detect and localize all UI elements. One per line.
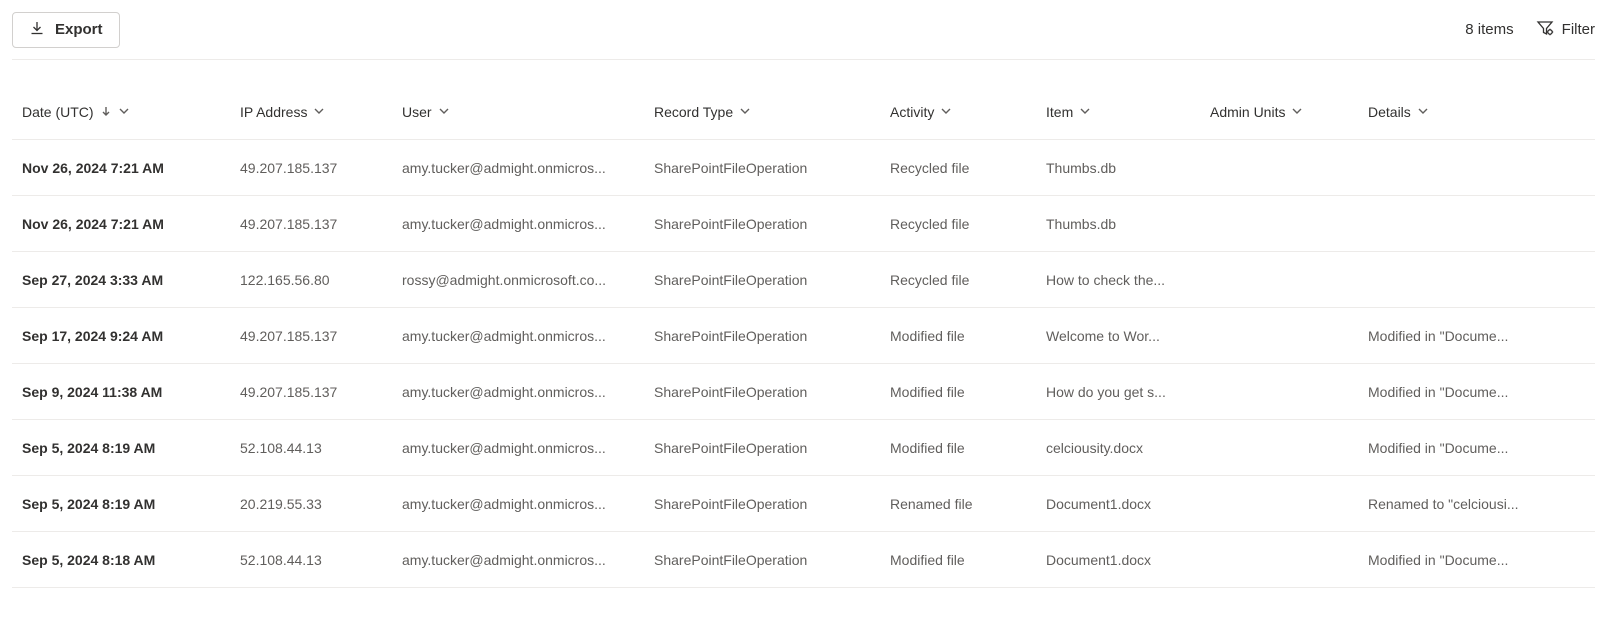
audit-grid: Date (UTC) IP Address User Record Type A…	[12, 84, 1595, 588]
cell-activity: Modified file	[890, 328, 1046, 344]
toolbar: Export 8 items Filter	[12, 0, 1595, 60]
chevron-down-icon	[940, 104, 952, 120]
cell-user: amy.tucker@admight.onmicros...	[402, 552, 654, 568]
cell-user: rossy@admight.onmicrosoft.co...	[402, 272, 654, 288]
cell-user: amy.tucker@admight.onmicros...	[402, 216, 654, 232]
cell-user: amy.tucker@admight.onmicros...	[402, 328, 654, 344]
export-label: Export	[55, 21, 103, 38]
cell-record: SharePointFileOperation	[654, 160, 890, 176]
col-header-ip[interactable]: IP Address	[240, 104, 402, 120]
col-header-user-label: User	[402, 104, 432, 120]
chevron-down-icon	[313, 104, 325, 120]
cell-item: Thumbs.db	[1046, 216, 1210, 232]
cell-details: Modified in "Docume...	[1368, 440, 1558, 456]
col-header-date[interactable]: Date (UTC)	[12, 104, 240, 120]
cell-item: Document1.docx	[1046, 496, 1210, 512]
chevron-down-icon	[1417, 104, 1429, 120]
cell-date: Sep 17, 2024 9:24 AM	[12, 328, 240, 344]
cell-activity: Recycled file	[890, 272, 1046, 288]
table-row[interactable]: Sep 27, 2024 3:33 AM122.165.56.80rossy@a…	[12, 252, 1595, 308]
table-row[interactable]: Sep 17, 2024 9:24 AM49.207.185.137amy.tu…	[12, 308, 1595, 364]
cell-ip: 52.108.44.13	[240, 552, 402, 568]
table-row[interactable]: Sep 9, 2024 11:38 AM49.207.185.137amy.tu…	[12, 364, 1595, 420]
cell-date: Sep 5, 2024 8:19 AM	[12, 440, 240, 456]
chevron-down-icon	[1291, 104, 1303, 120]
chevron-down-icon	[1079, 104, 1091, 120]
cell-date: Sep 5, 2024 8:19 AM	[12, 496, 240, 512]
col-header-details-label: Details	[1368, 104, 1411, 120]
table-row[interactable]: Sep 5, 2024 8:18 AM52.108.44.13amy.tucke…	[12, 532, 1595, 588]
table-row[interactable]: Sep 5, 2024 8:19 AM20.219.55.33amy.tucke…	[12, 476, 1595, 532]
cell-ip: 49.207.185.137	[240, 160, 402, 176]
cell-record: SharePointFileOperation	[654, 496, 890, 512]
cell-user: amy.tucker@admight.onmicros...	[402, 440, 654, 456]
cell-item: How to check the...	[1046, 272, 1210, 288]
toolbar-right: 8 items Filter	[1465, 19, 1595, 41]
cell-date: Nov 26, 2024 7:21 AM	[12, 160, 240, 176]
cell-details: Modified in "Docume...	[1368, 552, 1558, 568]
cell-activity: Recycled file	[890, 216, 1046, 232]
cell-item: How do you get s...	[1046, 384, 1210, 400]
cell-ip: 49.207.185.137	[240, 384, 402, 400]
cell-record: SharePointFileOperation	[654, 328, 890, 344]
col-header-user[interactable]: User	[402, 104, 654, 120]
filter-label: Filter	[1562, 21, 1595, 38]
filter-button[interactable]: Filter	[1536, 19, 1595, 41]
cell-record: SharePointFileOperation	[654, 216, 890, 232]
cell-details: Modified in "Docume...	[1368, 328, 1558, 344]
cell-activity: Modified file	[890, 440, 1046, 456]
cell-record: SharePointFileOperation	[654, 384, 890, 400]
cell-activity: Modified file	[890, 384, 1046, 400]
cell-record: SharePointFileOperation	[654, 552, 890, 568]
cell-user: amy.tucker@admight.onmicros...	[402, 384, 654, 400]
col-header-activity[interactable]: Activity	[890, 104, 1046, 120]
cell-date: Sep 5, 2024 8:18 AM	[12, 552, 240, 568]
cell-user: amy.tucker@admight.onmicros...	[402, 160, 654, 176]
col-header-activity-label: Activity	[890, 104, 934, 120]
cell-item: Thumbs.db	[1046, 160, 1210, 176]
col-header-admin-label: Admin Units	[1210, 104, 1285, 120]
col-header-item[interactable]: Item	[1046, 104, 1210, 120]
download-icon	[29, 20, 45, 40]
chevron-down-icon	[739, 104, 751, 120]
cell-activity: Renamed file	[890, 496, 1046, 512]
cell-record: SharePointFileOperation	[654, 272, 890, 288]
chevron-down-icon	[438, 104, 450, 120]
grid-header-row: Date (UTC) IP Address User Record Type A…	[12, 84, 1595, 140]
table-row[interactable]: Nov 26, 2024 7:21 AM49.207.185.137amy.tu…	[12, 196, 1595, 252]
cell-user: amy.tucker@admight.onmicros...	[402, 496, 654, 512]
cell-ip: 122.165.56.80	[240, 272, 402, 288]
col-header-details[interactable]: Details	[1368, 104, 1558, 120]
col-header-date-label: Date (UTC)	[22, 104, 94, 120]
table-row[interactable]: Nov 26, 2024 7:21 AM49.207.185.137amy.tu…	[12, 140, 1595, 196]
cell-activity: Modified file	[890, 552, 1046, 568]
col-header-record-label: Record Type	[654, 104, 733, 120]
chevron-down-icon	[118, 104, 130, 120]
cell-date: Nov 26, 2024 7:21 AM	[12, 216, 240, 232]
cell-ip: 49.207.185.137	[240, 328, 402, 344]
items-count: 8 items	[1465, 21, 1513, 38]
arrow-down-icon	[100, 104, 112, 120]
cell-item: Welcome to Wor...	[1046, 328, 1210, 344]
cell-details: Renamed to "celciousi...	[1368, 496, 1558, 512]
col-header-record[interactable]: Record Type	[654, 104, 890, 120]
table-row[interactable]: Sep 5, 2024 8:19 AM52.108.44.13amy.tucke…	[12, 420, 1595, 476]
cell-item: Document1.docx	[1046, 552, 1210, 568]
col-header-ip-label: IP Address	[240, 104, 307, 120]
cell-date: Sep 9, 2024 11:38 AM	[12, 384, 240, 400]
filter-icon	[1536, 19, 1554, 41]
cell-ip: 20.219.55.33	[240, 496, 402, 512]
cell-details: Modified in "Docume...	[1368, 384, 1558, 400]
cell-activity: Recycled file	[890, 160, 1046, 176]
cell-record: SharePointFileOperation	[654, 440, 890, 456]
col-header-admin[interactable]: Admin Units	[1210, 104, 1368, 120]
cell-date: Sep 27, 2024 3:33 AM	[12, 272, 240, 288]
cell-item: celciousity.docx	[1046, 440, 1210, 456]
grid-body: Nov 26, 2024 7:21 AM49.207.185.137amy.tu…	[12, 140, 1595, 588]
export-button[interactable]: Export	[12, 12, 120, 48]
cell-ip: 52.108.44.13	[240, 440, 402, 456]
cell-ip: 49.207.185.137	[240, 216, 402, 232]
col-header-item-label: Item	[1046, 104, 1073, 120]
